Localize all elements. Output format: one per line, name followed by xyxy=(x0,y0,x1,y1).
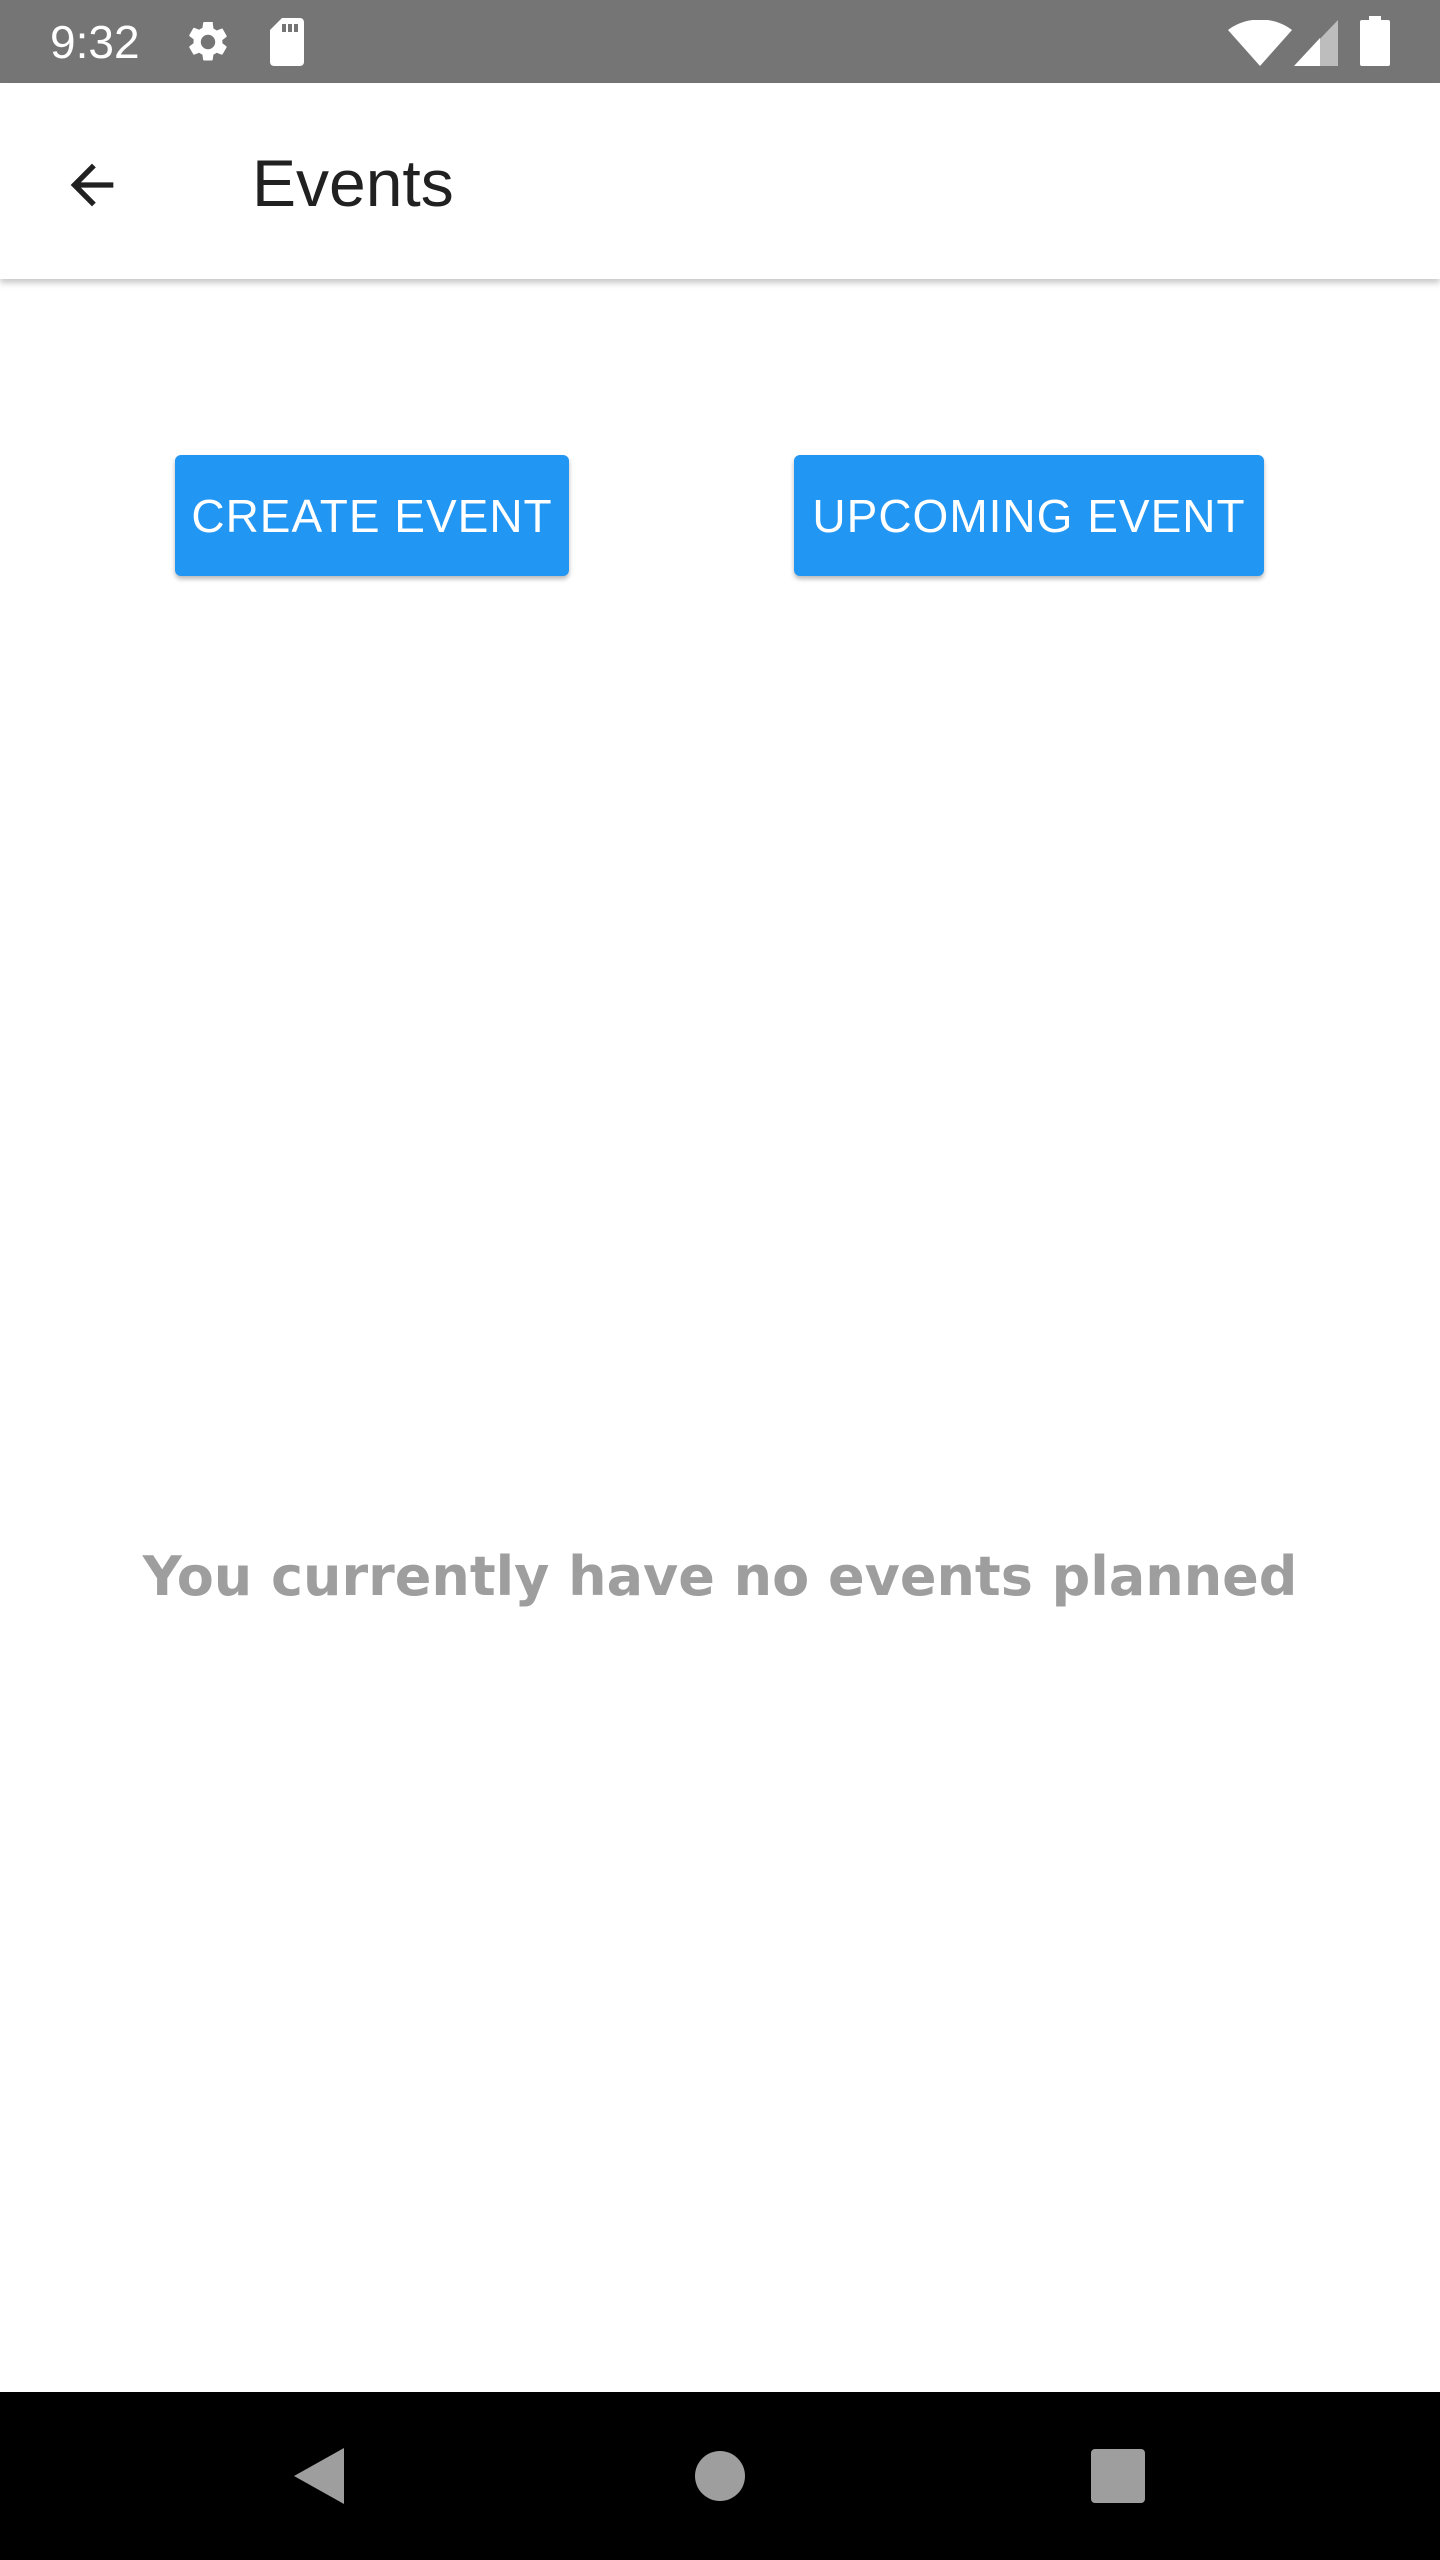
nav-back-button[interactable] xyxy=(268,2426,368,2526)
screen: 9:32 Events CREATE EVENT UPCOMING EVENT … xyxy=(0,0,1440,2560)
arrow-back-icon xyxy=(70,163,114,207)
nav-back-icon xyxy=(294,2448,344,2504)
upcoming-event-button[interactable]: UPCOMING EVENT xyxy=(794,455,1264,576)
status-time: 9:32 xyxy=(50,16,140,68)
gear-icon xyxy=(189,21,227,61)
create-event-button[interactable]: CREATE EVENT xyxy=(175,455,569,576)
nav-home-icon xyxy=(695,2451,745,2501)
nav-recents-icon xyxy=(1091,2449,1145,2503)
wifi-icon xyxy=(1228,20,1292,66)
status-bar: 9:32 xyxy=(0,0,1440,83)
empty-state-message: You currently have no events planned xyxy=(142,1545,1298,1608)
battery-icon xyxy=(1360,16,1390,66)
sd-card-icon xyxy=(270,18,304,66)
nav-home-button[interactable] xyxy=(670,2426,770,2526)
navigation-bar xyxy=(0,2392,1440,2560)
page-title: Events xyxy=(252,146,454,220)
nav-recents-button[interactable] xyxy=(1068,2426,1168,2526)
app-bar: Events xyxy=(0,83,1440,279)
back-button[interactable] xyxy=(40,133,144,237)
signal-icon xyxy=(1294,20,1338,66)
